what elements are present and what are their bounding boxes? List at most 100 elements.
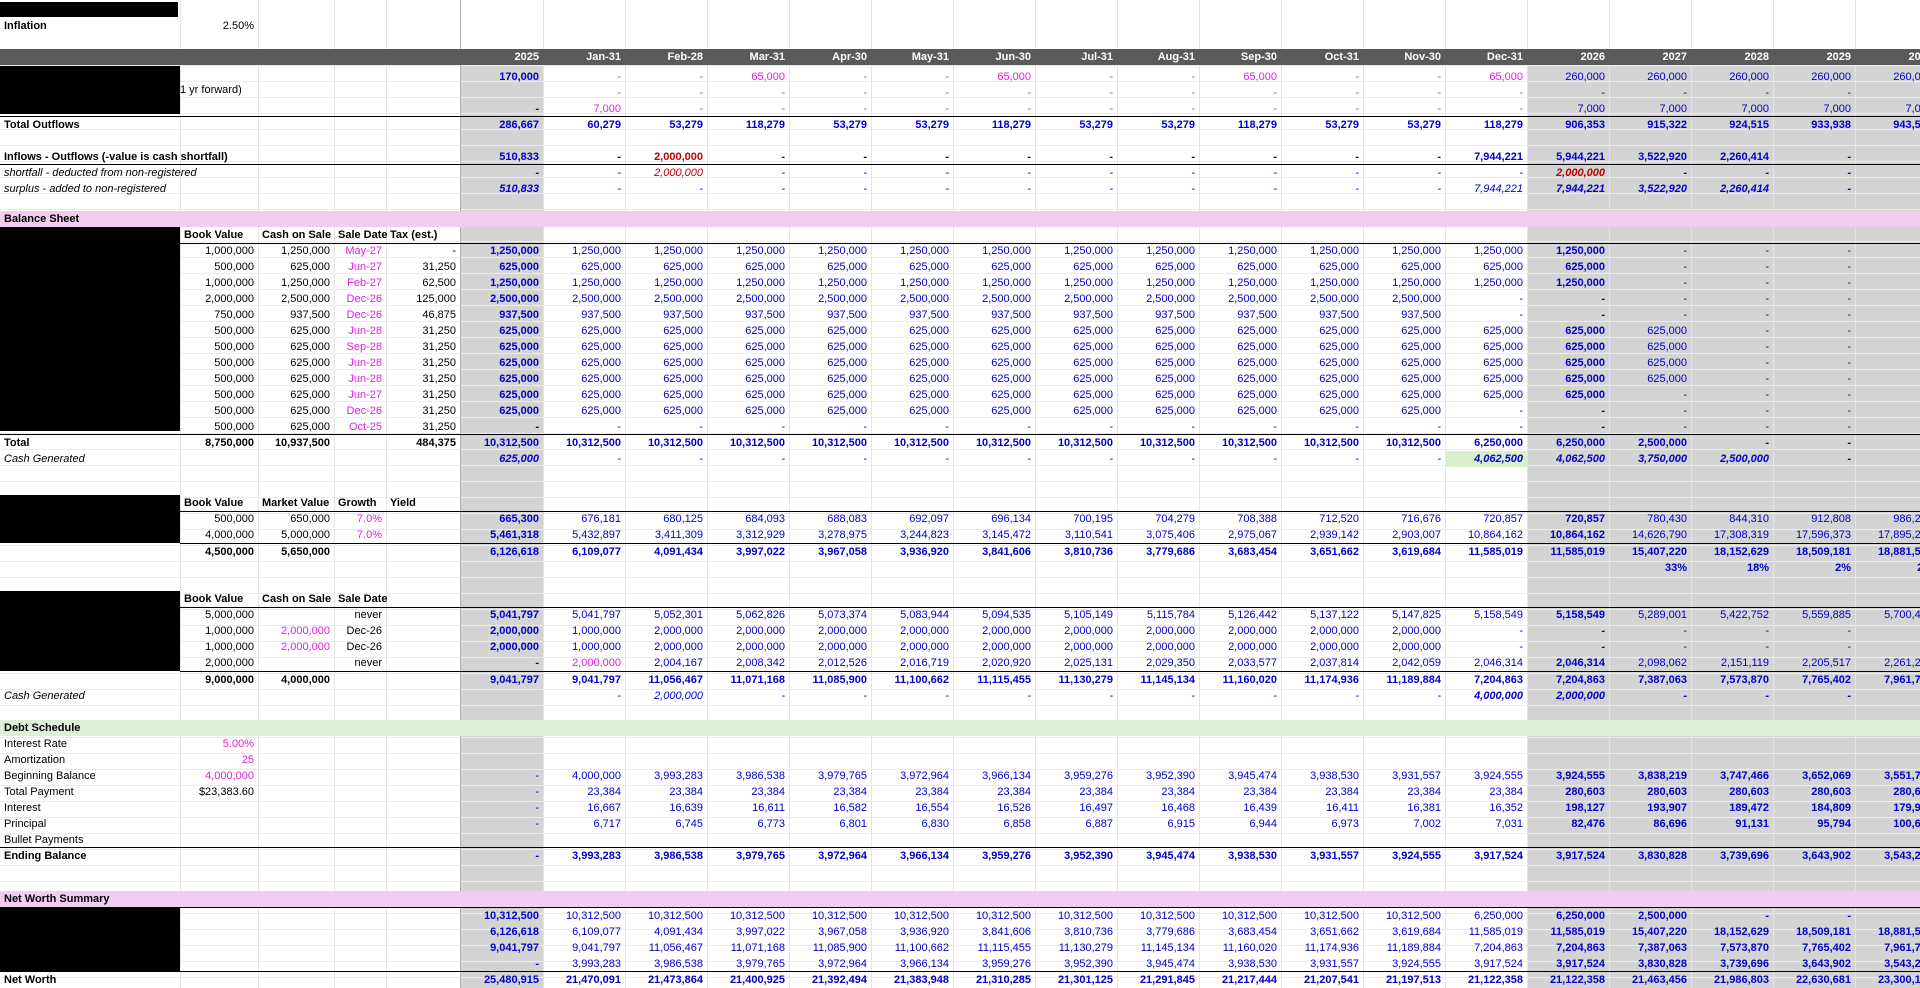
- value-cell[interactable]: -: [1527, 403, 1609, 419]
- value-cell[interactable]: 625,000: [707, 371, 789, 387]
- column-header[interactable]: 2030: [1855, 49, 1920, 65]
- value-cell[interactable]: 5,115,784: [1117, 607, 1199, 623]
- value-cell[interactable]: [625, 832, 707, 848]
- col-header[interactable]: Cash on Sale: [258, 591, 334, 607]
- value-cell[interactable]: 625,000: [1445, 355, 1527, 371]
- value-cell[interactable]: -: [1773, 243, 1855, 259]
- book-value[interactable]: 500,000: [180, 403, 258, 419]
- value-cell[interactable]: 3,917,524: [1445, 956, 1527, 972]
- value-cell[interactable]: 10,312,500: [460, 908, 543, 924]
- value-cell[interactable]: 170,000: [460, 69, 543, 85]
- value-cell[interactable]: 625,000: [1117, 339, 1199, 355]
- value-cell[interactable]: -: [953, 419, 1035, 435]
- book-value[interactable]: 2,000,000: [180, 291, 258, 307]
- value-cell[interactable]: -: [707, 101, 789, 117]
- value-cell[interactable]: 625,000: [460, 371, 543, 387]
- value-cell[interactable]: 280,603: [1773, 784, 1855, 800]
- value-cell[interactable]: -: [1281, 101, 1363, 117]
- value-cell[interactable]: 625,000: [1199, 387, 1281, 403]
- total-cell[interactable]: 6,250,000: [1445, 435, 1527, 451]
- value-cell[interactable]: 625,000: [543, 259, 625, 275]
- total-cell[interactable]: 10,312,500: [1117, 435, 1199, 451]
- value-cell[interactable]: 692,097: [871, 511, 953, 527]
- total-cell[interactable]: 10,312,500: [460, 435, 543, 451]
- value-cell[interactable]: -: [1855, 387, 1920, 403]
- column-header[interactable]: Dec-31: [1445, 49, 1527, 65]
- value-cell[interactable]: -: [1609, 243, 1691, 259]
- value-cell[interactable]: 3,924,555: [1527, 768, 1609, 784]
- value-cell[interactable]: 1,000,000: [543, 639, 625, 655]
- cash-on-sale[interactable]: 2,500,000: [258, 291, 334, 307]
- value-cell[interactable]: 933,938: [1773, 117, 1855, 133]
- value-cell[interactable]: -: [1445, 101, 1527, 117]
- value-cell[interactable]: 7,573,870: [1691, 940, 1773, 956]
- total-cell[interactable]: 10,312,500: [1281, 435, 1363, 451]
- value-cell[interactable]: -: [789, 419, 871, 435]
- value-cell[interactable]: 625,000: [625, 339, 707, 355]
- value-cell[interactable]: 5,158,549: [1445, 607, 1527, 623]
- value-cell[interactable]: 1,250,000: [460, 275, 543, 291]
- value-cell[interactable]: 6,858: [953, 816, 1035, 832]
- value-cell[interactable]: 3,075,406: [1117, 527, 1199, 543]
- debt-input[interactable]: $23,383.60: [180, 784, 258, 800]
- value-cell[interactable]: 5,944,221: [1527, 149, 1609, 165]
- value-cell[interactable]: 18,152,629: [1691, 924, 1773, 940]
- value-cell[interactable]: 6,944: [1199, 816, 1281, 832]
- value-cell[interactable]: 625,000: [871, 259, 953, 275]
- value-cell[interactable]: -: [460, 101, 543, 117]
- value-cell[interactable]: 688,083: [789, 511, 871, 527]
- row-label[interactable]: Interest: [0, 800, 180, 816]
- value-cell[interactable]: -: [1117, 165, 1199, 181]
- value-cell[interactable]: -: [707, 85, 789, 101]
- value-cell[interactable]: 3,936,920: [871, 924, 953, 940]
- total-cash-on-sale[interactable]: 10,937,500: [258, 435, 334, 451]
- cash-generated-cell[interactable]: -: [1773, 451, 1855, 467]
- spreadsheet-grid[interactable]: Inflation 2.50% 2025 Jan-31 Feb-28 Mar-31 Apr-…: [0, 0, 1920, 988]
- value-cell[interactable]: 3,244,823: [871, 527, 953, 543]
- value-cell[interactable]: 625,000: [953, 323, 1035, 339]
- value-cell[interactable]: 625,000: [1117, 371, 1199, 387]
- value-cell[interactable]: 23,384: [707, 784, 789, 800]
- value-cell[interactable]: 625,000: [871, 403, 953, 419]
- value-cell[interactable]: 625,000: [953, 259, 1035, 275]
- value-cell[interactable]: 625,000: [1035, 259, 1117, 275]
- value-cell[interactable]: 625,000: [707, 387, 789, 403]
- value-cell[interactable]: 510,833: [460, 181, 543, 197]
- total-cell[interactable]: 3,917,524: [1527, 848, 1609, 864]
- value-cell[interactable]: 3,830,828: [1609, 956, 1691, 972]
- book-value[interactable]: 1,000,000: [180, 623, 258, 639]
- row-label[interactable]: Ending Balance: [0, 848, 180, 864]
- value-cell[interactable]: 625,000: [1363, 355, 1445, 371]
- cash-on-sale[interactable]: 625,000: [258, 323, 334, 339]
- value-cell[interactable]: 625,000: [789, 323, 871, 339]
- value-cell[interactable]: 625,000: [871, 339, 953, 355]
- cash-generated-cell[interactable]: -: [953, 451, 1035, 467]
- value-cell[interactable]: 2,098,062: [1609, 655, 1691, 671]
- section-title[interactable]: Net Worth Summary: [0, 891, 200, 907]
- value-cell[interactable]: 937,500: [1281, 307, 1363, 323]
- value-cell[interactable]: -: [1445, 419, 1527, 435]
- value-cell[interactable]: 5,559,885: [1773, 607, 1855, 623]
- net-worth-cell[interactable]: 21,473,864: [625, 972, 707, 988]
- total-cell[interactable]: -: [460, 848, 543, 864]
- sale-date[interactable]: never: [334, 655, 386, 671]
- value-cell[interactable]: 625,000: [1117, 355, 1199, 371]
- total-cell[interactable]: 7,387,063: [1609, 672, 1691, 688]
- value-cell[interactable]: -: [1855, 355, 1920, 371]
- cash-generated-cell[interactable]: 2,000,000: [1527, 688, 1609, 704]
- value-cell[interactable]: -: [1609, 387, 1691, 403]
- value-cell[interactable]: 7,961,777: [1855, 940, 1920, 956]
- value-cell[interactable]: 696,134: [953, 511, 1035, 527]
- value-cell[interactable]: 260,000: [1527, 69, 1609, 85]
- value-cell[interactable]: -: [1855, 165, 1920, 181]
- cash-generated-cell[interactable]: -: [953, 688, 1035, 704]
- value-cell[interactable]: -: [1691, 307, 1773, 323]
- cash-on-sale[interactable]: 1,250,000: [258, 275, 334, 291]
- value-cell[interactable]: 3,810,736: [1035, 924, 1117, 940]
- value-cell[interactable]: -: [1445, 403, 1527, 419]
- value-cell[interactable]: -: [1527, 639, 1609, 655]
- cash-on-sale[interactable]: 625,000: [258, 371, 334, 387]
- col-header[interactable]: Sale Date: [334, 227, 388, 243]
- value-cell[interactable]: 5,137,122: [1281, 607, 1363, 623]
- cash-generated-cell[interactable]: -: [1199, 688, 1281, 704]
